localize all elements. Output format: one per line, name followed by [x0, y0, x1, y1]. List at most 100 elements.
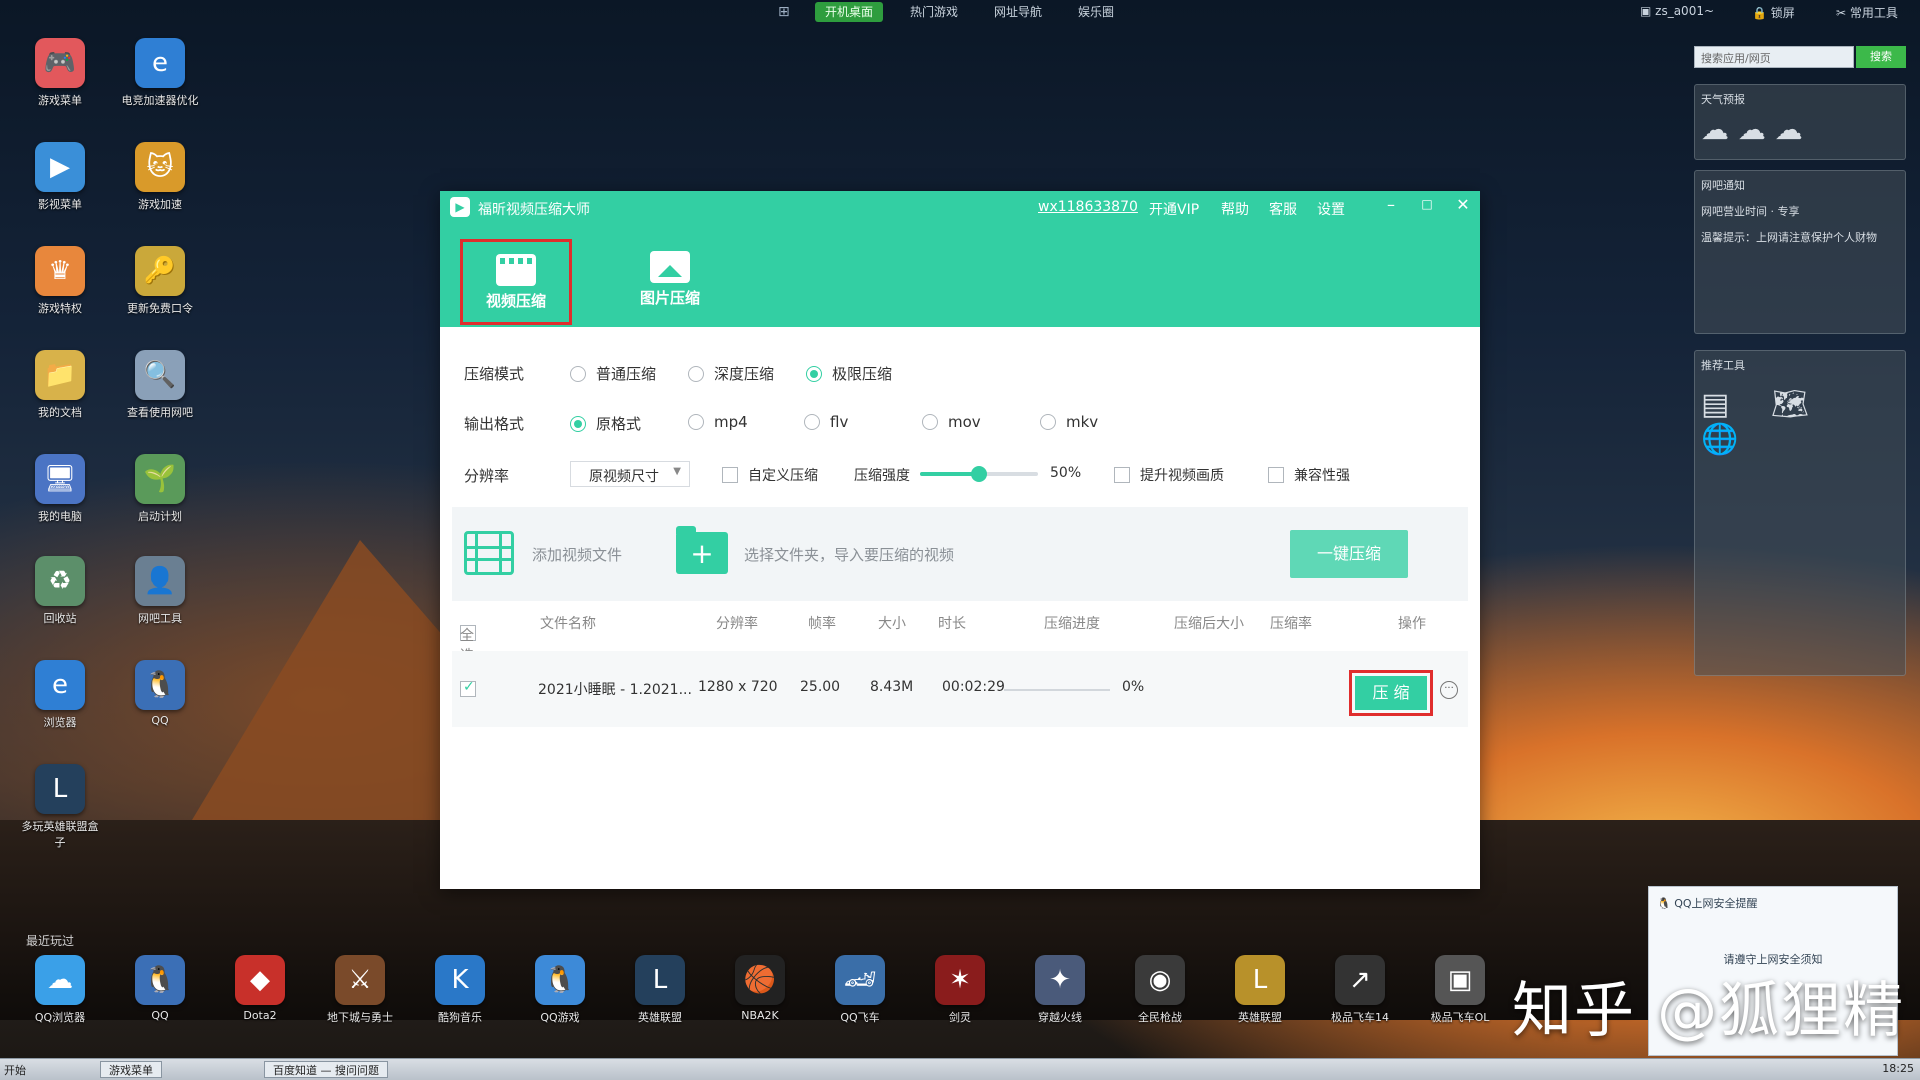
qq-penguin-icon: 🐧 [135, 660, 185, 710]
radio-format-mp4[interactable]: mp4 [688, 413, 748, 431]
checkbox-box-checked [460, 679, 476, 697]
custom-compress-checkbox[interactable]: 自定义压缩 [722, 465, 818, 485]
compatibility-checkbox[interactable]: 兼容性强 [1268, 465, 1350, 485]
col-header-action: 操作 [1398, 616, 1426, 632]
radio-format-mkv[interactable]: mkv [1040, 413, 1098, 431]
lol-icon: L [635, 955, 685, 1005]
radio-format-flv[interactable]: flv [804, 413, 848, 431]
desktop-icon-video-menu[interactable]: ▶ 影视菜单 [20, 142, 100, 212]
topbar-lock[interactable]: 🔒 锁屏 [1752, 4, 1795, 21]
dock-item[interactable]: ✦ 穿越火线 [1020, 955, 1100, 1025]
topbar-tools[interactable]: ✂ 常用工具 [1836, 4, 1898, 21]
dock-item[interactable]: 🏀 NBA2K [720, 955, 800, 1022]
desktop-icon-browser[interactable]: e 浏览器 [20, 660, 100, 730]
lol-gold-icon: L [1235, 955, 1285, 1005]
film-strip-icon[interactable] [464, 531, 514, 575]
enhance-quality-checkbox[interactable]: 提升视频画质 [1114, 465, 1224, 485]
dock-item[interactable]: 🏎 QQ飞车 [820, 955, 900, 1025]
magnifier-icon: 🔍 [135, 350, 185, 400]
penguin-icon: 🐧 [1657, 897, 1675, 910]
topbar-tab-nav[interactable]: 网址导航 [984, 2, 1052, 22]
dock-item[interactable]: K 酷狗音乐 [420, 955, 500, 1025]
one-click-compress-button[interactable]: 一键压缩 [1290, 530, 1408, 578]
dock-item[interactable]: ✶ 剑灵 [920, 955, 1000, 1025]
add-folder-button[interactable]: 选择文件夹，导入要压缩的视频 [744, 544, 954, 565]
desktop-icon-netcafe-tools[interactable]: 👤 网吧工具 [120, 556, 200, 626]
tools-icon: ✂ [1836, 6, 1850, 20]
desktop-icon-computer[interactable]: 🖥 我的电脑 [20, 454, 100, 524]
radio-circle [804, 414, 820, 430]
file-size: 8.43M [870, 679, 914, 695]
dock-item[interactable]: ⚔ 地下城与勇士 [320, 955, 400, 1025]
file-fps: 25.00 [800, 679, 841, 695]
system-tray-clock[interactable]: 18:25 [1882, 1062, 1914, 1075]
radio-normal-compress[interactable]: 普通压缩 [570, 363, 656, 384]
dock-item[interactable]: L 英雄联盟 [620, 955, 700, 1025]
radio-format-original[interactable]: 原格式 [570, 413, 641, 434]
topbar-tab-fun[interactable]: 娱乐圈 [1068, 2, 1124, 22]
folder-add-icon[interactable]: + [676, 526, 728, 574]
desktop-icon-game-privilege[interactable]: ♛ 游戏特权 [20, 246, 100, 316]
radio-format-mov[interactable]: mov [922, 413, 981, 431]
dock-item[interactable]: L 英雄联盟 [1220, 955, 1300, 1025]
news-title: 网吧通知 [1701, 179, 1745, 192]
desktop-icon-accelerator[interactable]: e 电竞加速器优化 [120, 38, 200, 108]
topbar-tab-games[interactable]: 热门游戏 [900, 2, 968, 22]
desktop-icon-password[interactable]: 🔑 更新免费口令 [120, 246, 200, 316]
desktop-icon-lol-box[interactable]: L 多玩英雄联盟盒子 [20, 764, 100, 850]
row-checkbox[interactable] [460, 679, 476, 701]
radio-circle [922, 414, 938, 430]
col-header-progress: 压缩进度 [1044, 616, 1100, 632]
taskbar-item[interactable]: 百度知道 — 搜问问题 [264, 1061, 388, 1078]
table-row[interactable]: 2021小睡眠 - 1.2021... 1280 x 720 25.00 8.4… [452, 651, 1468, 727]
user-account-link[interactable]: wx118633870 [1038, 199, 1138, 215]
minimize-button[interactable]: – [1380, 195, 1402, 214]
desktop-icon-netcafe[interactable]: 🔍 查看使用网吧 [120, 350, 200, 420]
desktop-icon-documents[interactable]: 📁 我的文档 [20, 350, 100, 420]
dock-item[interactable]: ▣ 极品飞车OL [1420, 955, 1500, 1025]
compress-button[interactable]: 压 缩 [1355, 676, 1427, 710]
file-duration: 00:02:29 [942, 679, 1005, 695]
radio-extreme-compress[interactable]: 极限压缩 [806, 363, 892, 384]
desktop-icon-recycle-bin[interactable]: ♻ 回收站 [20, 556, 100, 626]
compress-button-highlight: 压 缩 [1349, 670, 1433, 716]
slider-handle[interactable] [971, 466, 987, 482]
topbar-user[interactable]: ▣ zs_a001~ [1640, 4, 1714, 18]
help-link[interactable]: 帮助 [1221, 199, 1249, 219]
col-header-size: 大小 [878, 616, 906, 632]
desktop-icon-game-boost[interactable]: 🐱 游戏加速 [120, 142, 200, 212]
taskbar-item[interactable]: 游戏菜单 [100, 1061, 162, 1078]
tab-video-compress[interactable]: 视频压缩 [460, 239, 572, 325]
service-link[interactable]: 客服 [1269, 199, 1297, 219]
widget-search-input[interactable]: 搜索应用/网页 [1694, 46, 1854, 68]
start-button[interactable]: 开始 [4, 1062, 26, 1078]
col-header-fps: 帧率 [808, 616, 836, 632]
topbar-tab-desktop[interactable]: 开机桌面 [815, 2, 884, 22]
resolution-select[interactable]: 原视频尺寸 ▼ [570, 461, 690, 487]
folder-icon: 📁 [35, 350, 85, 400]
strength-value: 50% [1050, 465, 1082, 481]
settings-link[interactable]: 设置 [1317, 199, 1345, 219]
crown-icon: ♛ [35, 246, 85, 296]
windows-logo-icon[interactable]: ⊞ [778, 4, 790, 20]
app-shortcut-icons[interactable]: ▤ 🗺 🌐 [1701, 387, 1899, 457]
dock-item[interactable]: ◉ 全民枪战 [1120, 955, 1200, 1025]
widget-search-button[interactable]: 搜索 [1856, 46, 1906, 68]
radio-circle-selected [806, 365, 822, 382]
radio-deep-compress[interactable]: 深度压缩 [688, 363, 774, 384]
more-options-icon[interactable]: ··· [1440, 681, 1458, 699]
dock-item[interactable]: ↗ 极品飞车14 [1320, 955, 1400, 1025]
add-video-button[interactable]: 添加视频文件 [532, 544, 622, 565]
desktop-icon-launch-plan[interactable]: 🌱 启动计划 [120, 454, 200, 524]
desktop-icon-game-menu[interactable]: 🎮 游戏菜单 [20, 38, 100, 108]
dock-item[interactable]: ◆ Dota2 [220, 955, 300, 1022]
open-vip-link[interactable]: 开通VIP [1149, 199, 1199, 219]
maximize-button[interactable]: □ [1416, 197, 1438, 211]
dock-item[interactable]: ☁ QQ浏览器 [20, 955, 100, 1025]
desktop-icon-qq[interactable]: 🐧 QQ [120, 660, 200, 727]
tab-image-compress[interactable]: 图片压缩 [614, 239, 726, 325]
close-button[interactable]: ✕ [1452, 195, 1474, 214]
dock-item[interactable]: 🐧 QQ [120, 955, 200, 1022]
compress-strength-slider[interactable] [920, 466, 1038, 482]
dock-item[interactable]: 🐧 QQ游戏 [520, 955, 600, 1025]
